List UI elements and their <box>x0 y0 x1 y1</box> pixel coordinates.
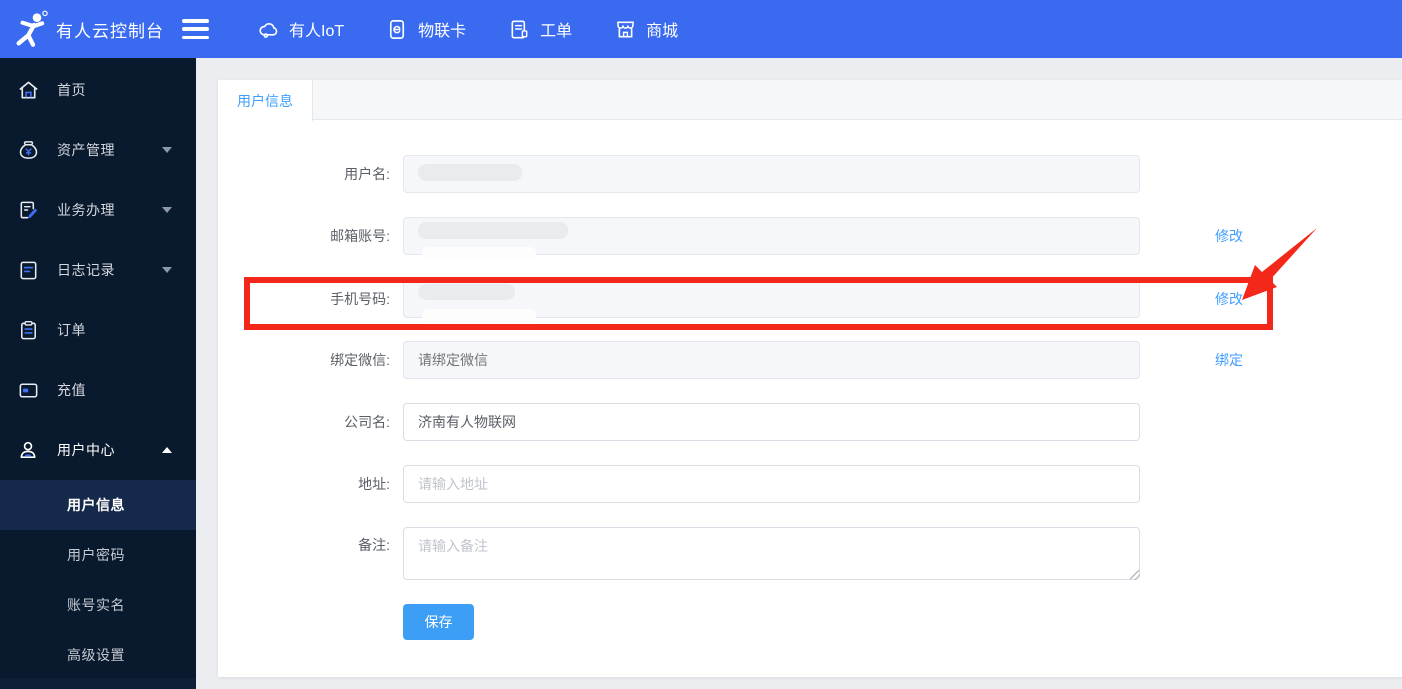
username-label: 用户名: <box>344 166 390 182</box>
sidebar-item-business[interactable]: 业务办理 <box>0 180 196 240</box>
sidebar-item-label: 业务办理 <box>57 202 115 218</box>
sidebar-item-label: 用户中心 <box>57 442 115 458</box>
store-icon <box>617 21 635 38</box>
address-label: 地址: <box>358 476 390 492</box>
sidebar: 首页 资产管理 业务办理 日志记录 订单 充值 用户中心 用户信息 用户密码 账… <box>0 58 196 689</box>
topnav-label: 有人IoT <box>289 23 345 40</box>
log-icon <box>20 261 37 279</box>
remark-label: 备注: <box>358 537 390 553</box>
sim-card-icon <box>390 19 405 39</box>
sidebar-subitem-real-name[interactable]: 账号实名 <box>0 580 196 630</box>
sidebar-item-label: 首页 <box>57 82 86 98</box>
topnav-item-sim-card[interactable]: 物联卡 <box>386 17 466 41</box>
asset-icon <box>19 140 38 159</box>
sidebar-item-label: 日志记录 <box>57 262 115 278</box>
work-order-icon <box>511 20 528 38</box>
user-icon <box>20 441 36 458</box>
address-input[interactable] <box>403 465 1140 503</box>
user-info-card: 用户信息 用户名: 邮箱账号: 修改 手机号码: 修改 绑定微信: 绑定 公司名… <box>218 80 1402 677</box>
username-redacted-blur <box>418 164 522 181</box>
sidebar-item-user-center[interactable]: 用户中心 <box>0 420 196 480</box>
sidebar-item-label: 充值 <box>57 382 86 398</box>
wechat-field <box>403 341 1140 379</box>
sidebar-subitem-advanced-settings[interactable]: 高级设置 <box>0 630 196 680</box>
brand-name: 有人云控制台 <box>56 21 164 41</box>
chevron-up-icon <box>162 447 172 453</box>
save-button[interactable]: 保存 <box>403 604 474 640</box>
modify-phone-link[interactable]: 修改 <box>1215 289 1243 309</box>
top-navigation: 有人IoT 物联卡 工单 商城 <box>257 17 678 41</box>
topnav-item-iot[interactable]: 有人IoT <box>257 17 344 41</box>
email-label: 邮箱账号: <box>330 228 390 244</box>
sidebar-bottom-strip <box>0 678 196 689</box>
cloud-icon <box>259 22 278 38</box>
sidebar-item-assets[interactable]: 资产管理 <box>0 120 196 180</box>
company-input[interactable] <box>403 403 1140 441</box>
bind-wechat-link[interactable]: 绑定 <box>1215 350 1243 370</box>
home-icon <box>19 81 38 99</box>
chevron-down-icon <box>162 207 172 213</box>
sidebar-item-label: 资产管理 <box>57 142 115 158</box>
email-redacted-blur-overlay <box>422 247 536 260</box>
sidebar-subitem-label: 账号实名 <box>67 597 125 613</box>
sidebar-item-label: 订单 <box>57 322 86 338</box>
modify-email-link[interactable]: 修改 <box>1215 226 1243 246</box>
sidebar-item-recharge[interactable]: 充值 <box>0 360 196 420</box>
textarea-resize-handle-icon[interactable] <box>1130 570 1140 580</box>
tab-user-info[interactable]: 用户信息 <box>218 80 313 121</box>
screen: 有人云控制台 有人IoT 物联卡 工单 商城 首页 资产管理 业务办理 日志记录… <box>0 0 1402 689</box>
recharge-icon <box>19 383 38 397</box>
sidebar-item-orders[interactable]: 订单 <box>0 300 196 360</box>
topnav-label: 物联卡 <box>418 23 467 40</box>
remark-textarea[interactable] <box>403 527 1140 580</box>
phone-redacted-blur <box>418 284 515 300</box>
tab-header <box>218 80 1402 120</box>
sidebar-subitem-label: 高级设置 <box>67 647 125 663</box>
sidebar-subitem-label: 用户信息 <box>67 497 125 513</box>
business-icon <box>20 201 38 218</box>
sidebar-item-home[interactable]: 首页 <box>0 60 196 120</box>
chevron-down-icon <box>162 267 172 273</box>
email-redacted-blur <box>418 222 568 239</box>
sidebar-item-logs[interactable]: 日志记录 <box>0 240 196 300</box>
topnav-item-work-order[interactable]: 工单 <box>508 17 572 41</box>
sidebar-subitem-user-password[interactable]: 用户密码 <box>0 530 196 580</box>
sidebar-subitem-label: 用户密码 <box>67 547 125 563</box>
phone-label: 手机号码: <box>330 291 390 307</box>
topnav-label: 工单 <box>540 23 573 40</box>
order-icon <box>21 320 36 339</box>
topnav-label: 商城 <box>646 23 679 40</box>
usr-person-logo-icon <box>16 10 48 47</box>
company-label: 公司名: <box>344 414 390 430</box>
wechat-label: 绑定微信: <box>330 352 390 368</box>
topnav-item-store[interactable]: 商城 <box>614 17 678 41</box>
brand: 有人云控制台 <box>0 9 209 49</box>
chevron-down-icon <box>162 147 172 153</box>
menu-toggle-icon[interactable] <box>182 19 209 39</box>
phone-redacted-blur-overlay <box>422 309 536 322</box>
sidebar-subitem-user-info[interactable]: 用户信息 <box>0 480 196 530</box>
topbar: 有人云控制台 有人IoT 物联卡 工单 商城 <box>0 0 1402 58</box>
